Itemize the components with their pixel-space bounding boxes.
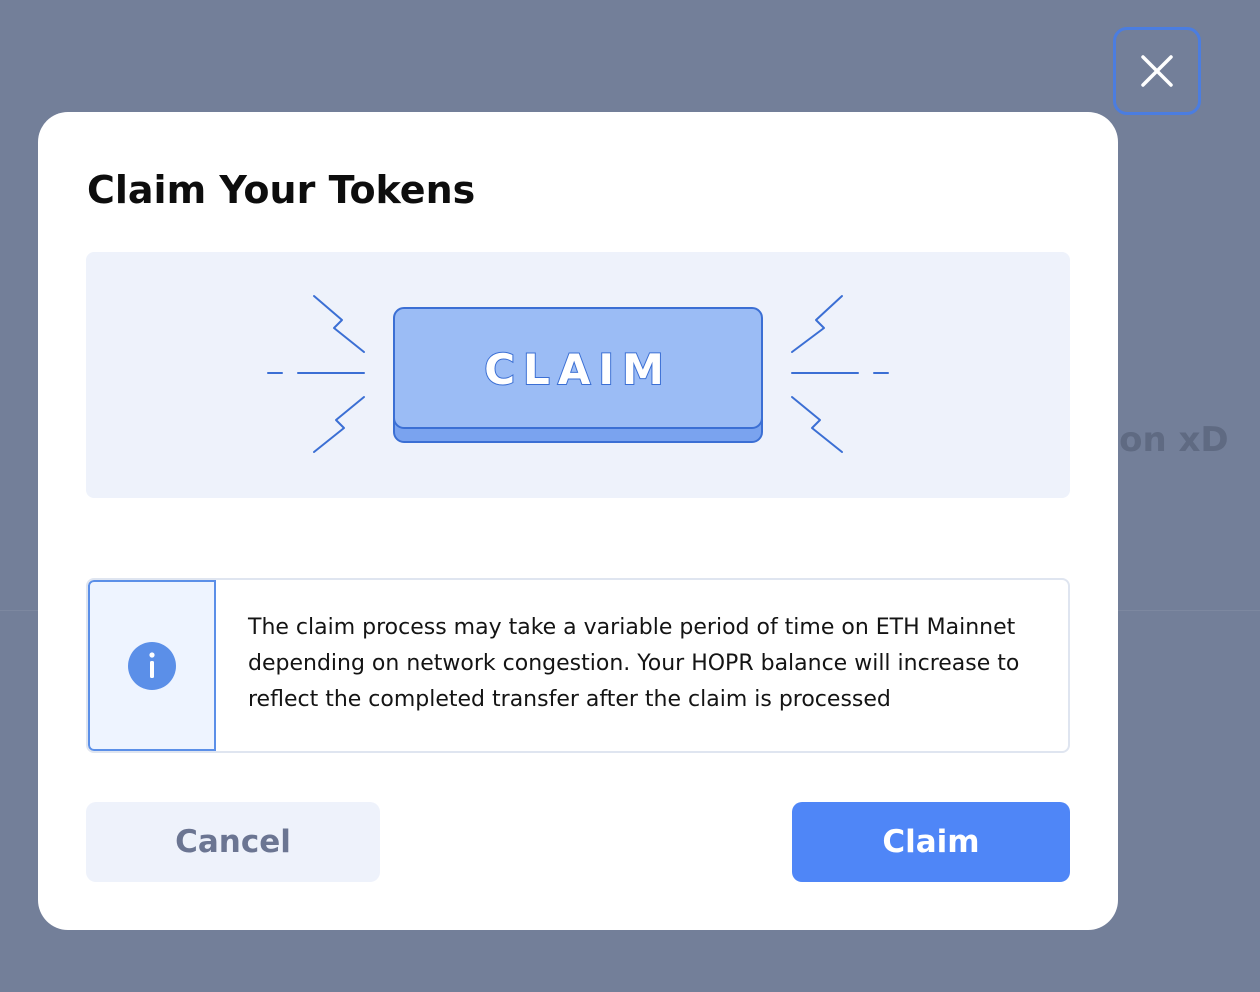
spark-line (313, 396, 365, 453)
claim-illustration: CLAIM (86, 252, 1070, 498)
info-icon (128, 641, 176, 690)
spark-line (791, 396, 843, 453)
illustration-button-label: CLAIM (484, 345, 672, 394)
modal-title: Claim Your Tokens (87, 168, 476, 212)
close-icon (1141, 55, 1173, 87)
cancel-button[interactable]: Cancel (86, 802, 380, 882)
info-notice: The claim process may take a variable pe… (86, 578, 1070, 753)
spark-line (313, 295, 365, 353)
close-button[interactable] (1113, 27, 1201, 115)
spark-line (791, 295, 843, 353)
info-icon-panel (88, 580, 216, 751)
claim-modal: Claim Your Tokens CLAIM The claim proces… (38, 112, 1118, 930)
info-message: The claim process may take a variable pe… (248, 615, 1020, 712)
claim-button[interactable]: Claim (792, 802, 1070, 882)
